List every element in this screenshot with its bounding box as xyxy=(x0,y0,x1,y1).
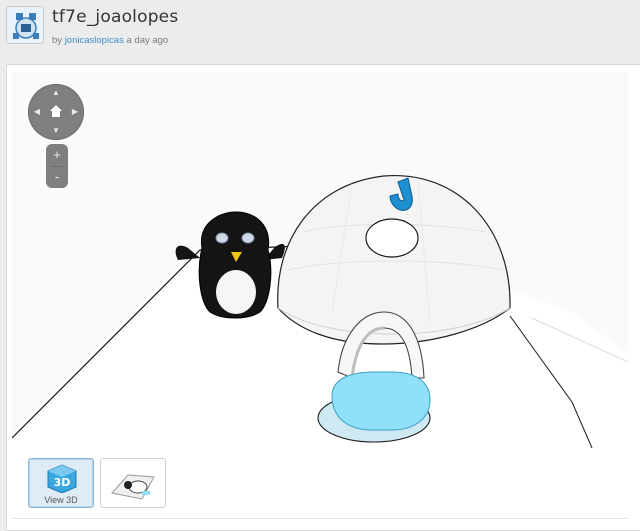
svg-text:3D: 3D xyxy=(54,476,71,489)
snapshot-icon xyxy=(111,474,155,500)
pan-left-button[interactable]: ◀ xyxy=(31,106,43,118)
zoom-out-button[interactable]: - xyxy=(46,166,68,188)
scene-render xyxy=(12,175,628,448)
byline-prefix: by xyxy=(52,35,63,46)
zoom-control: + - xyxy=(46,144,68,188)
penguin-left-eye xyxy=(215,232,229,244)
design-title: tf7e_joaolopes xyxy=(52,7,179,27)
author-link[interactable]: jonicaslopicas xyxy=(65,35,124,46)
zoom-in-button[interactable]: + xyxy=(46,144,68,166)
home-view-button[interactable] xyxy=(49,104,63,118)
igloo-window xyxy=(365,218,419,258)
navigation-pad[interactable]: ▲ ▼ ◀ ▶ xyxy=(28,84,84,140)
view-3d-thumbnail[interactable]: 3D View 3D xyxy=(28,458,94,508)
panel-divider xyxy=(12,518,628,519)
byline-time: a day ago xyxy=(126,35,169,46)
pan-up-button[interactable]: ▲ xyxy=(50,87,62,99)
avatar-image xyxy=(7,7,43,43)
penguin-right-eye xyxy=(241,232,255,244)
penguin-belly xyxy=(216,270,256,314)
byline: by jonicaslopicas a day ago xyxy=(52,35,168,46)
view-3d-label: View 3D xyxy=(44,495,78,505)
user-avatar[interactable] xyxy=(6,6,44,44)
3d-viewport[interactable]: J xyxy=(12,72,628,448)
pan-down-button[interactable]: ▼ xyxy=(50,125,62,137)
home-icon xyxy=(50,105,62,117)
image-thumbnail[interactable] xyxy=(100,458,166,508)
model-logo-letter: J xyxy=(12,72,13,73)
design-header: tf7e_joaolopes by jonicaslopicas a day a… xyxy=(0,0,640,60)
door-slab xyxy=(331,371,431,431)
cube-3d-icon: 3D xyxy=(47,464,77,493)
pan-right-button[interactable]: ▶ xyxy=(69,106,81,118)
